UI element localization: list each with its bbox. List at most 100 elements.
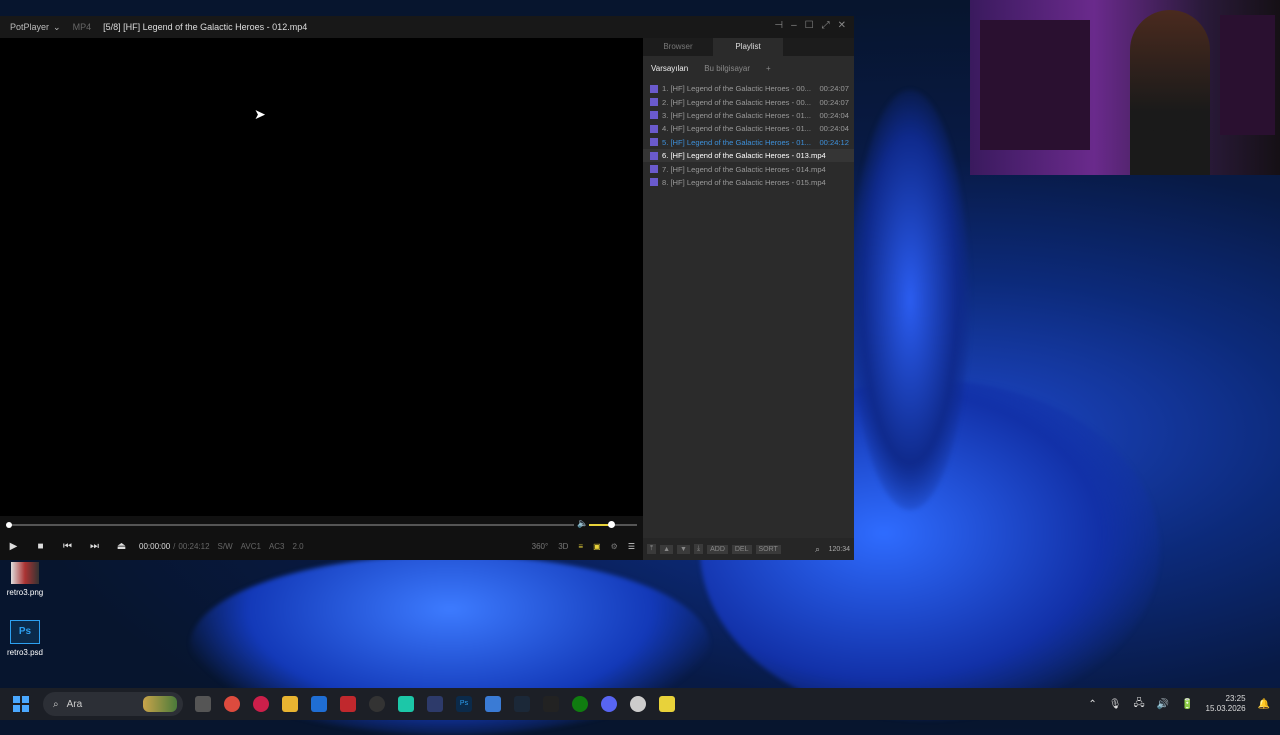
store-icon[interactable] [311, 696, 327, 712]
playlist-item-playing[interactable]: 5. [HF] Legend of the Galactic Heroes - … [643, 136, 854, 149]
speaker-icon[interactable]: 🔊 [1157, 699, 1169, 710]
potplayer-window: PotPlayer ⌄ MP4 [5/8] [HF] Legend of the… [0, 16, 854, 560]
add-tab-button[interactable]: + [758, 64, 779, 73]
next-button[interactable]: ⏭ [81, 541, 108, 552]
settings-icon[interactable]: ⚙ [611, 542, 618, 551]
delete-button[interactable]: DEL [731, 544, 752, 554]
playlist-item[interactable]: 7. [HF] Legend of the Galactic Heroes - … [643, 162, 854, 175]
image-file-icon [11, 562, 39, 584]
epic-games-icon[interactable] [543, 696, 559, 712]
chevron-down-icon: ⌄ [53, 21, 61, 32]
windows-start-icon[interactable] [13, 696, 29, 712]
playlist-item[interactable]: 4. [HF] Legend of the Galactic Heroes - … [643, 122, 854, 135]
playlist-item[interactable]: 1. [HF] Legend of the Galactic Heroes - … [643, 82, 854, 95]
playlist-item-selected[interactable]: 6. [HF] Legend of the Galactic Heroes - … [643, 148, 854, 163]
total-time: 00:24:12 [178, 541, 210, 551]
volume-slider[interactable] [589, 521, 637, 528]
opera-icon[interactable] [253, 696, 269, 712]
eject-button[interactable]: ⏏ [108, 541, 135, 552]
maximize-icon[interactable]: ☐ [805, 20, 814, 31]
move-up-icon[interactable]: ▲ [660, 544, 674, 554]
playlist-panel: Browser Playlist Varsayılan Bu bilgisaya… [643, 38, 854, 560]
app-icon-gray[interactable] [630, 696, 646, 712]
move-bottom-icon[interactable]: ⤓ [693, 544, 704, 554]
photoshop-file-icon: Ps [10, 620, 40, 644]
system-tray: ⌃ 🎙 🖧 🔊 🔋 23:25 15.03.2026 🔔 [1088, 688, 1270, 720]
davinci-icon[interactable] [427, 696, 443, 712]
steam-icon[interactable] [514, 696, 530, 712]
menu-icon[interactable]: ☰ [628, 542, 635, 551]
playlist-toggle-icon[interactable]: ≡ [578, 542, 583, 551]
office-icon[interactable] [485, 696, 501, 712]
tag-channels[interactable]: 2.0 [293, 542, 304, 551]
network-icon[interactable]: 🖧 [1133, 696, 1144, 713]
playlist-toolbar: ⤒ ▲ ▼ ⤓ ADD DEL SORT ⌕ 120:34 [643, 538, 854, 560]
video-file-icon [650, 151, 658, 160]
time-separator: / [173, 541, 176, 551]
vr360-button[interactable]: 360° [532, 542, 549, 551]
potplayer-taskbar-icon[interactable] [659, 696, 675, 712]
previous-button[interactable]: ⏮ [54, 541, 81, 552]
tag-video-codec[interactable]: AVC1 [241, 542, 261, 551]
microphone-icon[interactable]: 🎙 [1109, 699, 1122, 710]
control-bar: 🔈 ▶ ■ ⏮ ⏭ ⏏ 00:00:00 / 00:24:12 S/W AVC1… [0, 516, 643, 560]
tag-sw[interactable]: S/W [218, 542, 233, 551]
xbox-icon[interactable] [572, 696, 588, 712]
search-icon: ⌕ [53, 698, 59, 710]
subtitle-icon[interactable]: ▣ [593, 542, 601, 551]
move-down-icon[interactable]: ▼ [677, 544, 690, 554]
playlist-item[interactable]: 2. [HF] Legend of the Galactic Heroes - … [643, 95, 854, 108]
obs-icon[interactable] [369, 696, 385, 712]
webcam-overlay [970, 0, 1280, 175]
chevron-up-icon[interactable]: ⌃ [1088, 699, 1096, 710]
task-view-icon[interactable] [195, 696, 211, 712]
taskbar-search[interactable]: ⌕ Ara [43, 692, 183, 716]
app-menu-button[interactable]: PotPlayer ⌄ [0, 22, 61, 33]
play-button[interactable]: ▶ [0, 541, 27, 552]
playlist-total-time: 120:34 [828, 545, 850, 553]
wallpaper-bloom-top [850, 90, 970, 510]
app-icon-teal[interactable] [398, 696, 414, 712]
playlist-item[interactable]: 3. [HF] Legend of the Galactic Heroes - … [643, 109, 854, 122]
video-area[interactable]: ➤ [0, 38, 643, 516]
tab-playlist[interactable]: Playlist [713, 38, 783, 56]
microphone [1150, 130, 1190, 170]
fullscreen-icon[interactable]: ⤢ [822, 20, 830, 31]
add-button[interactable]: ADD [707, 544, 728, 554]
battery-icon[interactable]: 🔋 [1181, 699, 1193, 710]
close-icon[interactable]: ✕ [838, 20, 846, 31]
file-explorer-icon[interactable] [282, 696, 298, 712]
seek-handle[interactable] [6, 522, 12, 528]
sort-button[interactable]: SORT [755, 544, 781, 554]
notification-icon[interactable]: 🔔 [1258, 699, 1270, 710]
seek-bar[interactable] [6, 522, 574, 528]
title-bar: PotPlayer ⌄ MP4 [5/8] [HF] Legend of the… [0, 16, 854, 38]
3d-button[interactable]: 3D [558, 542, 568, 551]
desktop-icon-retro3-psd[interactable]: Ps retro3.psd [0, 620, 50, 657]
clock[interactable]: 23:25 15.03.2026 [1206, 694, 1246, 714]
volume-icon[interactable]: 🔈 [577, 518, 588, 529]
playlist: 1. [HF] Legend of the Galactic Heroes - … [643, 82, 854, 189]
stop-button[interactable]: ■ [27, 541, 54, 552]
desktop-icon-retro3-png[interactable]: retro3.png [0, 562, 50, 597]
taskbar: ⌕ Ara Ps ⌃ 🎙 🖧 🔊 🔋 23:25 15.03.2026 🔔 [0, 688, 1280, 720]
video-file-icon [650, 165, 658, 174]
subtab-default[interactable]: Varsayılan [643, 64, 696, 73]
tag-audio-codec[interactable]: AC3 [269, 542, 285, 551]
discord-icon[interactable] [601, 696, 617, 712]
move-top-icon[interactable]: ⤒ [647, 544, 657, 554]
pin-icon[interactable]: ⊣ [774, 20, 783, 31]
video-file-icon [650, 124, 658, 133]
minimize-icon[interactable]: – [791, 20, 797, 31]
playlist-item[interactable]: 8. [HF] Legend of the Galactic Heroes - … [643, 176, 854, 189]
video-file-icon [650, 178, 658, 187]
search-icon[interactable]: ⌕ [815, 544, 820, 555]
format-label: MP4 [72, 22, 92, 32]
video-file-icon [650, 138, 658, 147]
media-app-icon[interactable] [340, 696, 356, 712]
photoshop-icon[interactable]: Ps [456, 696, 472, 712]
tab-browser[interactable]: Browser [643, 38, 713, 56]
volume-handle[interactable] [607, 521, 615, 528]
chrome-icon[interactable] [224, 696, 240, 712]
subtab-this-computer[interactable]: Bu bilgisayar [696, 64, 758, 73]
